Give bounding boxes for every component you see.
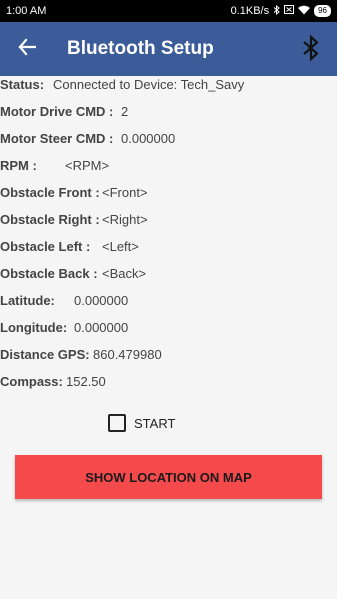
wifi-icon: [298, 5, 311, 18]
field-label: Distance GPS:: [0, 347, 90, 362]
field-label: Obstacle Left :: [0, 239, 91, 254]
battery-icon: 96: [314, 5, 331, 17]
field-value: 0.000000: [74, 293, 129, 308]
start-label: START: [134, 415, 176, 431]
field-value: 860.479980: [93, 347, 162, 362]
status-row: Status: Connected to Device: Tech_Savy: [0, 76, 244, 94]
field-value: <Front>: [102, 185, 148, 200]
motor-steer-row: Motor Steer CMD : 0.000000: [0, 130, 175, 148]
rpm-row: RPM : <RPM>: [0, 157, 109, 175]
obstacle-front-row: Obstacle Front : <Front>: [0, 184, 148, 202]
field-value: 2: [121, 104, 129, 119]
field-label: Obstacle Right :: [0, 212, 100, 227]
compass-row: Compass: 152.50: [0, 373, 106, 391]
status-bar: 1:00 AM 0.1KB/s 96: [0, 0, 337, 22]
field-label: Motor Drive CMD :: [0, 104, 114, 119]
field-label: Status:: [0, 77, 45, 92]
status-time: 1:00 AM: [6, 5, 47, 17]
checkbox-box[interactable]: [108, 414, 126, 432]
field-label: Obstacle Front :: [0, 185, 100, 200]
field-value: 0.000000: [74, 320, 129, 335]
field-label: Longitude:: [0, 320, 68, 335]
page-title: Bluetooth Setup: [67, 38, 214, 59]
distance-gps-row: Distance GPS: 860.479980: [0, 346, 162, 364]
field-value: Connected to Device: Tech_Savy: [53, 77, 245, 92]
field-label: Latitude:: [0, 293, 55, 308]
latitude-row: Latitude: 0.000000: [0, 292, 128, 310]
sim-card-icon: [284, 5, 295, 17]
field-label: Compass:: [0, 374, 63, 389]
app-toolbar: Bluetooth Setup: [0, 22, 337, 76]
motor-drive-row: Motor Drive CMD : 2: [0, 103, 128, 121]
field-value: <Back>: [102, 266, 147, 281]
bluetooth-icon: [302, 33, 320, 66]
obstacle-right-row: Obstacle Right : <Right>: [0, 211, 148, 229]
status-icons: 0.1KB/s 96: [230, 4, 331, 18]
net-speed: 0.1KB/s: [230, 5, 270, 17]
field-value: 0.000000: [121, 131, 176, 146]
obstacle-back-row: Obstacle Back : <Back>: [0, 265, 146, 283]
obstacle-left-row: Obstacle Left : <Left>: [0, 238, 139, 256]
field-value: 152.50: [66, 374, 106, 389]
arrow-left-icon: [18, 37, 37, 61]
field-label: RPM :: [0, 158, 37, 173]
field-value: <Right>: [102, 212, 148, 227]
bluetooth-status-icon: [273, 4, 280, 18]
field-label: Motor Steer CMD :: [0, 131, 114, 146]
start-checkbox[interactable]: START: [108, 414, 175, 432]
bluetooth-button[interactable]: [299, 33, 323, 66]
field-value: <RPM>: [65, 158, 110, 173]
show-location-on-map-button[interactable]: SHOW LOCATION ON MAP: [15, 455, 322, 499]
field-value: <Left>: [102, 239, 139, 254]
field-label: Obstacle Back :: [0, 266, 98, 281]
longitude-row: Longitude: 0.000000: [0, 319, 128, 337]
back-button[interactable]: [14, 36, 40, 62]
